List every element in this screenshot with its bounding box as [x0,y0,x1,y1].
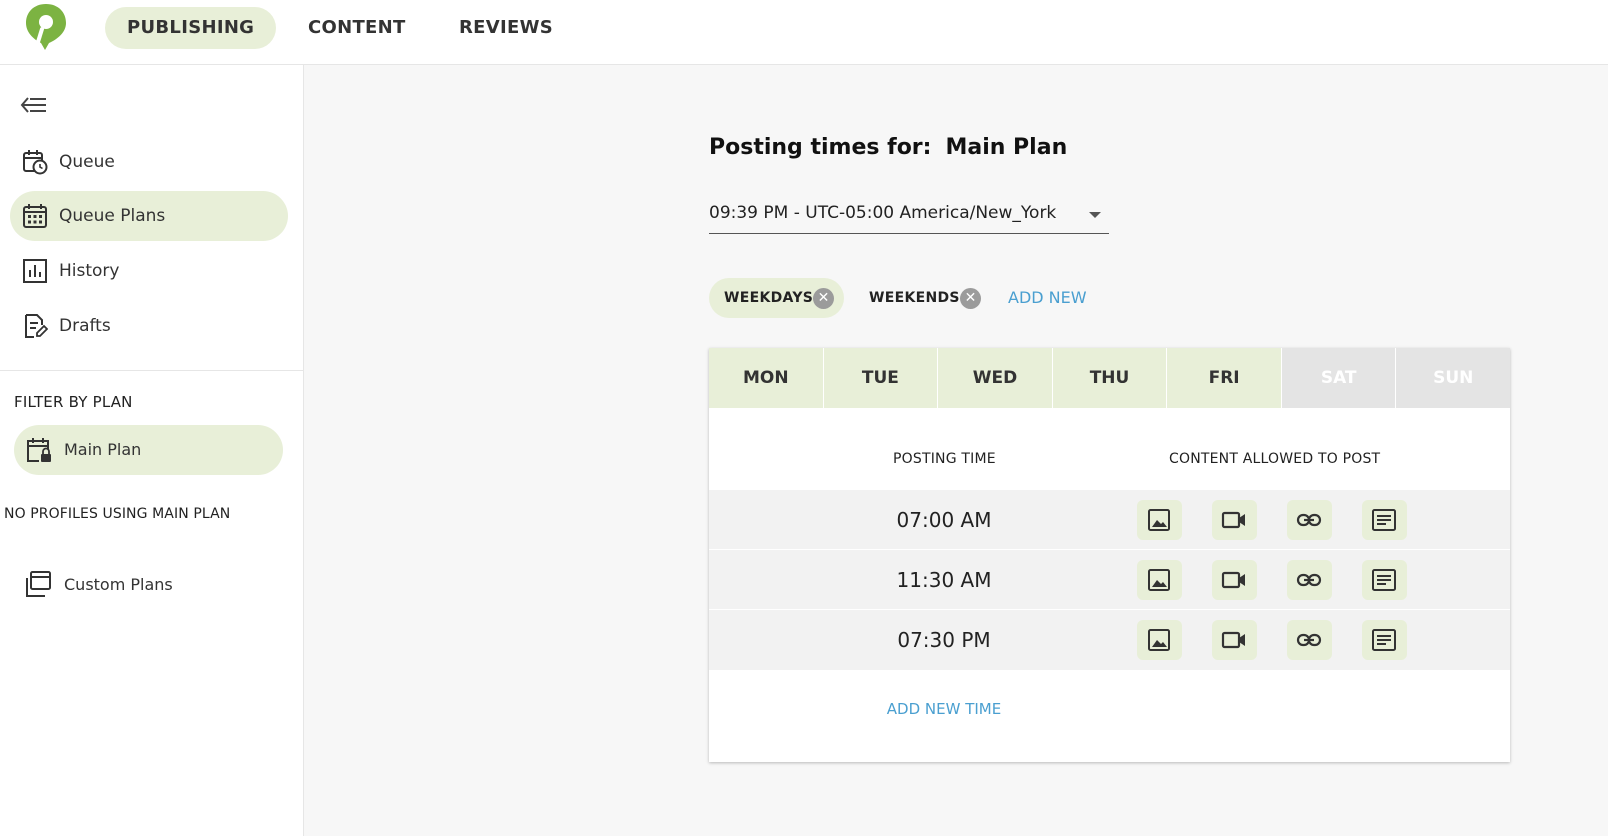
image-icon [1148,569,1170,591]
image-icon [1148,509,1170,531]
day-toggle-fri[interactable]: FRI [1167,348,1282,408]
content-allowed-column-header: CONTENT ALLOWED TO POST [1169,451,1381,467]
nav-tab-content[interactable]: CONTENT [308,7,406,49]
calendar-clock-icon [23,150,48,175]
page-title-plan: Main Plan [945,135,1068,160]
timezone-select[interactable]: 09:39 PM - UTC-05:00 America/New_York [709,198,1109,234]
sidebar-item-drafts[interactable]: Drafts [10,301,288,351]
posting-time-row: 07:30 PM [709,610,1510,670]
link-icon [1296,633,1322,647]
image-icon [1148,629,1170,651]
no-profiles-message: NO PROFILES USING MAIN PLAN [4,506,231,522]
toggle-text-button[interactable] [1362,500,1407,540]
sidebar-item-label: Drafts [59,316,111,336]
link-icon [1296,513,1322,527]
toggle-link-button[interactable] [1287,500,1332,540]
top-navigation-bar: PUBLISHING CONTENT REVIEWS [0,0,1608,65]
toggle-video-button[interactable] [1212,500,1257,540]
posting-time-value[interactable]: 07:00 AM [844,490,1044,550]
day-toggle-mon[interactable]: MON [709,348,824,408]
page-title: Posting times for: Main Plan [709,135,1067,160]
sidebar-item-label: Queue Plans [59,206,166,226]
posting-times-card: MON TUE WED THU FRI SAT SUN POSTING TIME… [709,348,1511,762]
remove-chip-icon[interactable]: ✕ [960,288,981,309]
posting-time-row: 07:00 AM [709,490,1510,550]
calendar-grid-icon [23,204,47,228]
day-toggle-wed[interactable]: WED [938,348,1053,408]
add-new-schedule-link[interactable]: ADD NEW [1008,288,1087,307]
day-toggle-thu[interactable]: THU [1052,348,1168,408]
timezone-value: 09:39 PM - UTC-05:00 America/New_York [709,203,1057,223]
schedule-chip-label: WEEKDAYS [724,290,814,306]
toggle-text-button[interactable] [1362,560,1407,600]
calendar-lock-icon [27,438,51,462]
toggle-image-button[interactable] [1137,620,1182,660]
link-icon [1296,573,1322,587]
toggle-link-button[interactable] [1287,620,1332,660]
sidebar: Queue Queue Plans History Drafts FILTER … [0,65,304,836]
day-toggle-tue[interactable]: TUE [823,348,939,408]
toggle-link-button[interactable] [1287,560,1332,600]
nav-tab-publishing[interactable]: PUBLISHING [105,7,277,49]
stacked-calendars-icon [26,571,51,597]
day-toggle-sun[interactable]: SUN [1396,348,1511,408]
posting-time-row: 11:30 AM [709,550,1510,610]
bar-chart-icon [23,259,47,283]
video-icon [1221,631,1245,649]
text-icon [1372,509,1396,531]
posting-time-value[interactable]: 07:30 PM [844,610,1044,670]
video-icon [1221,511,1245,529]
sidebar-item-label: Queue [59,152,115,172]
dropdown-caret-icon [1089,212,1101,218]
add-new-time-link[interactable]: ADD NEW TIME [844,700,1044,718]
schedule-chip-weekends[interactable]: WEEKENDS ✕ [854,278,986,318]
nav-tab-reviews[interactable]: REVIEWS [459,7,553,49]
sidebar-item-queue[interactable]: Queue [10,137,288,187]
page-title-prefix: Posting times for: [709,135,932,160]
text-icon [1372,629,1396,651]
posting-time-value[interactable]: 11:30 AM [844,550,1044,610]
plan-filter-main-plan[interactable]: Main Plan [14,425,283,475]
custom-plans-label: Custom Plans [64,575,173,594]
schedule-chip-weekdays[interactable]: WEEKDAYS ✕ [709,278,844,318]
toggle-video-button[interactable] [1212,560,1257,600]
sidebar-item-label: History [59,261,120,281]
remove-chip-icon[interactable]: ✕ [813,288,834,309]
toggle-image-button[interactable] [1137,500,1182,540]
posting-time-column-header: POSTING TIME [893,451,996,467]
toggle-video-button[interactable] [1212,620,1257,660]
sidebar-divider [0,370,303,371]
custom-plans-item[interactable]: Custom Plans [24,565,274,605]
toggle-image-button[interactable] [1137,560,1182,600]
sidebar-item-history[interactable]: History [10,246,288,296]
collapse-menu-icon[interactable] [20,95,48,115]
day-toggle-sat[interactable]: SAT [1281,348,1397,408]
toggle-text-button[interactable] [1362,620,1407,660]
location-pin-logo[interactable] [24,2,68,52]
schedule-chip-label: WEEKENDS [869,290,960,306]
filter-by-plan-label: FILTER BY PLAN [14,393,133,411]
text-icon [1372,569,1396,591]
day-selector: MON TUE WED THU FRI SAT SUN [709,348,1511,408]
plan-filter-label: Main Plan [64,440,142,459]
video-icon [1221,571,1245,589]
sidebar-item-queue-plans[interactable]: Queue Plans [10,191,288,241]
document-edit-icon [25,314,48,338]
